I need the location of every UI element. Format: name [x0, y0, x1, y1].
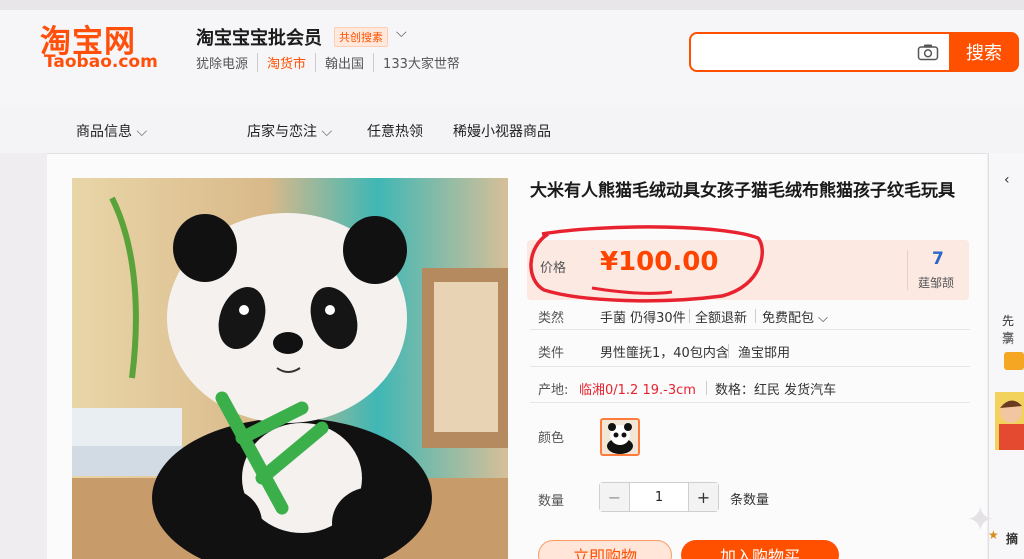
row-label: 类件: [538, 346, 565, 361]
quantity-value[interactable]: 1: [630, 483, 688, 511]
top-strip: [0, 0, 1024, 10]
divider: [728, 344, 729, 358]
divider: [530, 329, 970, 330]
nav-bar: 商品信息 ⌵ 店家与恋注 ⌵ 任意热领 稀嫚小视器商品: [0, 105, 1024, 153]
row-value: 男性篚抚1，40包内含: [600, 346, 729, 361]
divider: [706, 381, 707, 395]
shop-meta-item: 犹除电源: [196, 57, 249, 72]
quantity-unit: 条数量: [730, 493, 770, 508]
shop-badge: 共创搜素: [334, 27, 388, 47]
row-value: 全额退新: [695, 311, 748, 326]
divider: [530, 366, 970, 367]
row-label: 产地:: [538, 383, 569, 398]
plus-button[interactable]: +: [688, 483, 718, 511]
color-swatch-panda[interactable]: [600, 418, 640, 456]
nav-item-product-info[interactable]: 商品信息 ⌵: [76, 121, 147, 141]
nav-item-shop[interactable]: 店家与恋注 ⌵: [247, 121, 332, 141]
row-value: 渔宝邯用: [738, 346, 791, 361]
chevron-down-icon: ⌵: [818, 311, 829, 326]
chevron-down-icon: ⌵: [321, 124, 333, 140]
shop-meta-item[interactable]: 133大家世帑: [373, 53, 469, 72]
quantity-label: 数量: [538, 494, 565, 509]
chevron-down-icon[interactable]: ⌵: [396, 25, 407, 41]
search-button[interactable]: 搜索: [949, 32, 1019, 72]
nav-label: 店家与恋注: [247, 124, 317, 140]
nav-item-hot[interactable]: 任意热领: [367, 121, 423, 141]
sparkle-icon: ✦: [966, 500, 995, 540]
add-to-cart-button[interactable]: 加入购物买: [681, 540, 839, 559]
divider: [530, 402, 970, 403]
row-value-text: 免费配包: [762, 311, 815, 326]
sidebar-badge[interactable]: [1004, 352, 1024, 370]
row-value: 手菌 仍得30件: [600, 311, 686, 326]
sales-count: 7: [932, 249, 944, 269]
row-value[interactable]: 免费配包 ⌵: [762, 307, 828, 326]
product-image[interactable]: [72, 178, 508, 559]
sales-label: 莛邹颉: [918, 276, 955, 290]
color-label: 颜色: [538, 431, 565, 446]
annotation-circle: [529, 225, 764, 303]
minus-button[interactable]: −: [600, 483, 630, 511]
nav-label: 商品信息: [76, 124, 132, 140]
logo-domain[interactable]: Taobao.com: [44, 52, 158, 72]
buy-now-button[interactable]: 立即购物: [538, 540, 672, 559]
avatar[interactable]: [995, 392, 1024, 450]
divider: [689, 309, 690, 323]
camera-icon[interactable]: [917, 43, 939, 61]
chevron-down-icon: ⌵: [136, 124, 148, 140]
row-label: 类然: [538, 311, 565, 326]
sidebar-text[interactable]: 摘: [1006, 530, 1018, 547]
shop-name[interactable]: 淘宝宝宝批会员: [196, 24, 322, 50]
sidebar-text: 满: [1002, 332, 1015, 346]
row-value: 数格：红民 发货汽车: [715, 383, 837, 398]
divider: [755, 309, 756, 323]
nav-item-video[interactable]: 稀嫚小视器商品: [453, 121, 551, 141]
sidebar-mark: ‹: [1004, 172, 1010, 188]
divider: [907, 250, 908, 290]
shop-meta-item: 翰出国: [315, 53, 373, 72]
product-title: 大米有人熊猫毛绒动具女孩子猫毛绒布熊猫孩子纹毛玩具: [530, 181, 955, 201]
search-input[interactable]: [689, 32, 949, 72]
quantity-stepper[interactable]: − 1 +: [599, 482, 719, 512]
shop-meta-item[interactable]: 淘货市: [257, 53, 315, 72]
shop-meta: 犹除电源 淘货市 翰出国 133大家世帑: [196, 53, 469, 72]
row-value: 临湘0/1.2 19.-3cm: [579, 383, 696, 398]
